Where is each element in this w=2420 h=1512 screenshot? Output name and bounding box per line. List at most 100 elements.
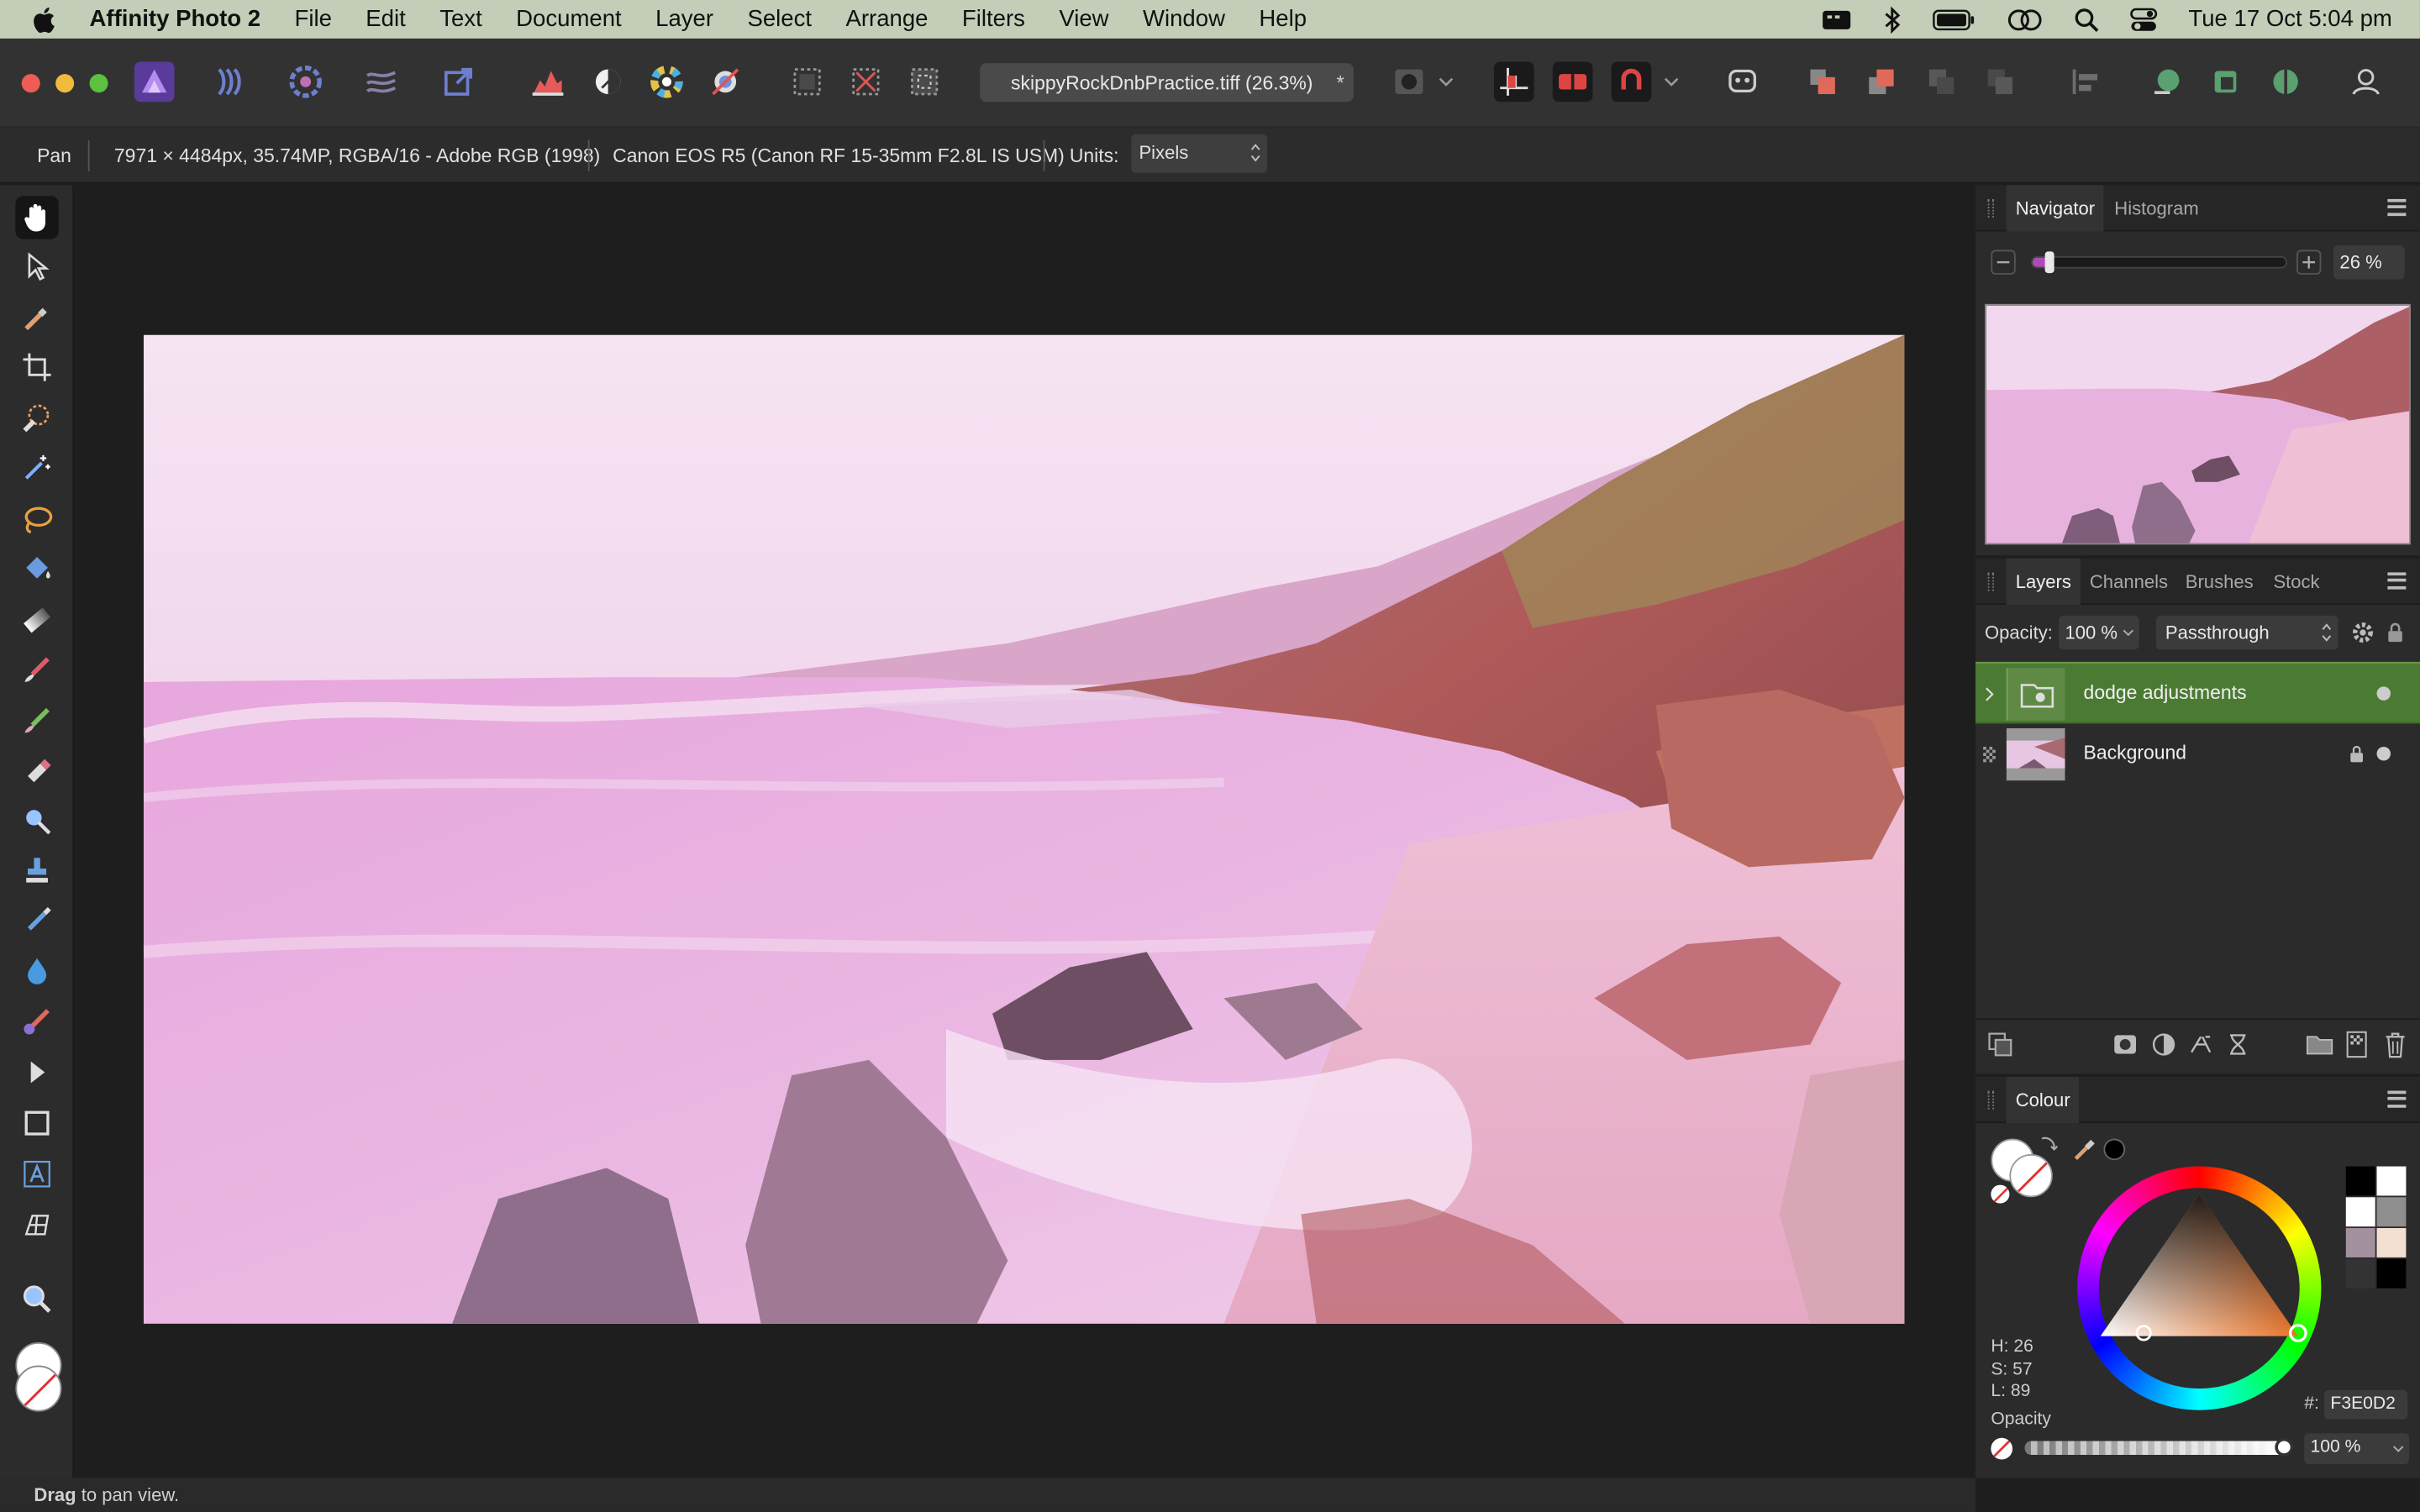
app-name-menu[interactable]: Affinity Photo 2 [90, 6, 261, 32]
picked-colour-swatch[interactable] [2103, 1138, 2126, 1161]
alignment-icon[interactable] [2065, 61, 2106, 102]
colour-opacity-slider[interactable] [2024, 1441, 2285, 1456]
insert-behind-icon[interactable] [2207, 61, 2247, 102]
swatch[interactable] [2345, 1166, 2375, 1196]
snapping-icon[interactable] [1493, 61, 1534, 102]
liquify-persona-button[interactable] [210, 61, 250, 102]
menu-file[interactable]: File [294, 6, 331, 32]
spotlight-search-icon[interactable] [2074, 7, 2099, 32]
quick-mask-dropdown-icon[interactable] [1435, 61, 1457, 102]
freehand-selection-tool[interactable] [15, 498, 58, 541]
zoom-in-button[interactable] [2296, 249, 2322, 275]
panel-grip-icon[interactable] [1987, 1090, 1995, 1110]
expand-chevron-icon[interactable] [1983, 685, 1996, 703]
insert-inside-icon[interactable] [2147, 61, 2187, 102]
trash-icon[interactable] [2385, 1031, 2407, 1058]
dodge-brush-tool[interactable] [15, 799, 58, 842]
menu-arrange[interactable]: Arrange [845, 6, 928, 32]
tab-stock[interactable]: Stock [2264, 559, 2328, 605]
colour-picker-eyedropper-icon[interactable] [2071, 1136, 2099, 1163]
blur-brush-tool[interactable] [15, 900, 58, 942]
move-tool[interactable] [15, 245, 58, 288]
recent-swatches[interactable] [2345, 1166, 2407, 1289]
control-center-icon[interactable] [2130, 7, 2158, 31]
swap-colours-icon[interactable] [2037, 1132, 2059, 1154]
arrange-to-back-icon[interactable] [1922, 61, 1962, 102]
battery-icon[interactable] [1933, 8, 1975, 30]
panel-menu-icon[interactable] [2387, 198, 2407, 217]
tab-brushes[interactable]: Brushes [2176, 559, 2263, 605]
colour-triangle[interactable] [2077, 1167, 2321, 1410]
snapping-dropdown-icon[interactable] [1660, 61, 1682, 102]
zoom-slider[interactable] [2031, 251, 2287, 274]
swatch[interactable] [2345, 1228, 2375, 1257]
swatch[interactable] [2376, 1258, 2407, 1289]
window-minimize-button[interactable] [55, 74, 75, 93]
zoom-slider-knob[interactable] [2045, 251, 2055, 274]
colour-replacement-tool[interactable] [15, 699, 58, 742]
layer-visibility-dot[interactable] [2376, 686, 2391, 701]
canvas-area[interactable] [75, 185, 1975, 1478]
colour-wheel[interactable] [2077, 1166, 2322, 1410]
assistant-icon[interactable] [1552, 61, 1593, 102]
deselect-icon[interactable] [846, 61, 886, 102]
arrange-back-icon[interactable] [1861, 61, 1902, 102]
tone-mapping-persona-button[interactable] [361, 61, 402, 102]
tab-layers[interactable]: Layers [2006, 558, 2081, 605]
layer-opacity-field[interactable]: 100 % [2059, 615, 2139, 650]
fill-stroke-swatches[interactable] [1991, 1137, 2065, 1206]
blend-mode-select[interactable]: Passthrough [2155, 615, 2338, 650]
tab-navigator[interactable]: Navigator [2006, 185, 2105, 232]
quick-mask-icon[interactable] [1389, 61, 1429, 102]
panel-menu-icon[interactable] [2387, 572, 2407, 590]
secondary-colour-swatch[interactable] [15, 1365, 62, 1412]
gradient-tool[interactable] [15, 599, 58, 642]
adjustment-layer-icon[interactable] [2151, 1032, 2175, 1057]
document-image[interactable] [143, 334, 1905, 1324]
hex-field[interactable]: F3E0D2 [2324, 1389, 2408, 1420]
stroke-swatch[interactable] [2009, 1153, 2053, 1198]
auto-contrast-icon[interactable] [588, 61, 629, 102]
menu-window[interactable]: Window [1143, 6, 1225, 32]
panel-menu-icon[interactable] [2387, 1090, 2407, 1108]
no-fill-icon[interactable] [1991, 1437, 2013, 1460]
arrange-forward-icon[interactable] [1802, 61, 1843, 102]
swatch[interactable] [2345, 1258, 2375, 1289]
bluetooth-icon[interactable] [1883, 5, 1902, 34]
add-group-folder-icon[interactable] [2306, 1032, 2333, 1057]
customise-assistant-icon[interactable] [1723, 61, 1763, 102]
document-tab[interactable]: skippyRockDnbPractice.tiff (26.3%) * [980, 63, 1354, 102]
navigator-preview[interactable] [1984, 303, 2411, 545]
menu-edit[interactable]: Edit [366, 6, 405, 32]
units-select[interactable]: Pixels [1131, 134, 1267, 173]
arrange-to-front-icon[interactable] [1980, 61, 2020, 102]
zoom-out-button[interactable] [1991, 249, 2016, 275]
add-pixel-layer-icon[interactable] [2346, 1031, 2368, 1058]
panel-grip-icon[interactable] [1987, 572, 1995, 591]
layer-options-icon[interactable] [1988, 1032, 2012, 1057]
tab-channels[interactable]: Channels [2081, 559, 2177, 605]
menubar-clock[interactable]: Tue 17 Oct 5:04 pm [2188, 6, 2391, 32]
colour-picker-tool[interactable] [15, 297, 58, 339]
fill-layer-icon[interactable] [2226, 1032, 2250, 1057]
zoom-value-field[interactable]: 26 % [2333, 245, 2405, 280]
menu-document[interactable]: Document [516, 6, 622, 32]
layer-row-background[interactable]: Background [1975, 723, 2420, 785]
menu-filters[interactable]: Filters [962, 6, 1025, 32]
colour-opacity-field[interactable]: 100 % [2304, 1433, 2410, 1465]
screen-mirroring-icon[interactable] [2007, 7, 2044, 31]
flood-select-tool[interactable] [15, 446, 58, 489]
sharpen-brush-tool[interactable] [15, 949, 58, 992]
invert-selection-icon[interactable] [904, 61, 944, 102]
levels-adjustment-icon[interactable] [528, 61, 568, 102]
colour-swatch-selector[interactable] [13, 1341, 65, 1420]
clone-brush-tool[interactable] [15, 848, 58, 891]
user-account-icon[interactable] [2346, 61, 2386, 102]
zoom-tool[interactable] [15, 1278, 58, 1320]
mesh-warp-tool[interactable] [15, 1204, 58, 1247]
window-zoom-button[interactable] [89, 74, 108, 93]
healing-brush-tool[interactable] [15, 1000, 58, 1042]
auto-colour-icon[interactable] [647, 61, 687, 102]
develop-persona-button[interactable] [286, 61, 326, 102]
swatch[interactable] [2376, 1166, 2407, 1196]
